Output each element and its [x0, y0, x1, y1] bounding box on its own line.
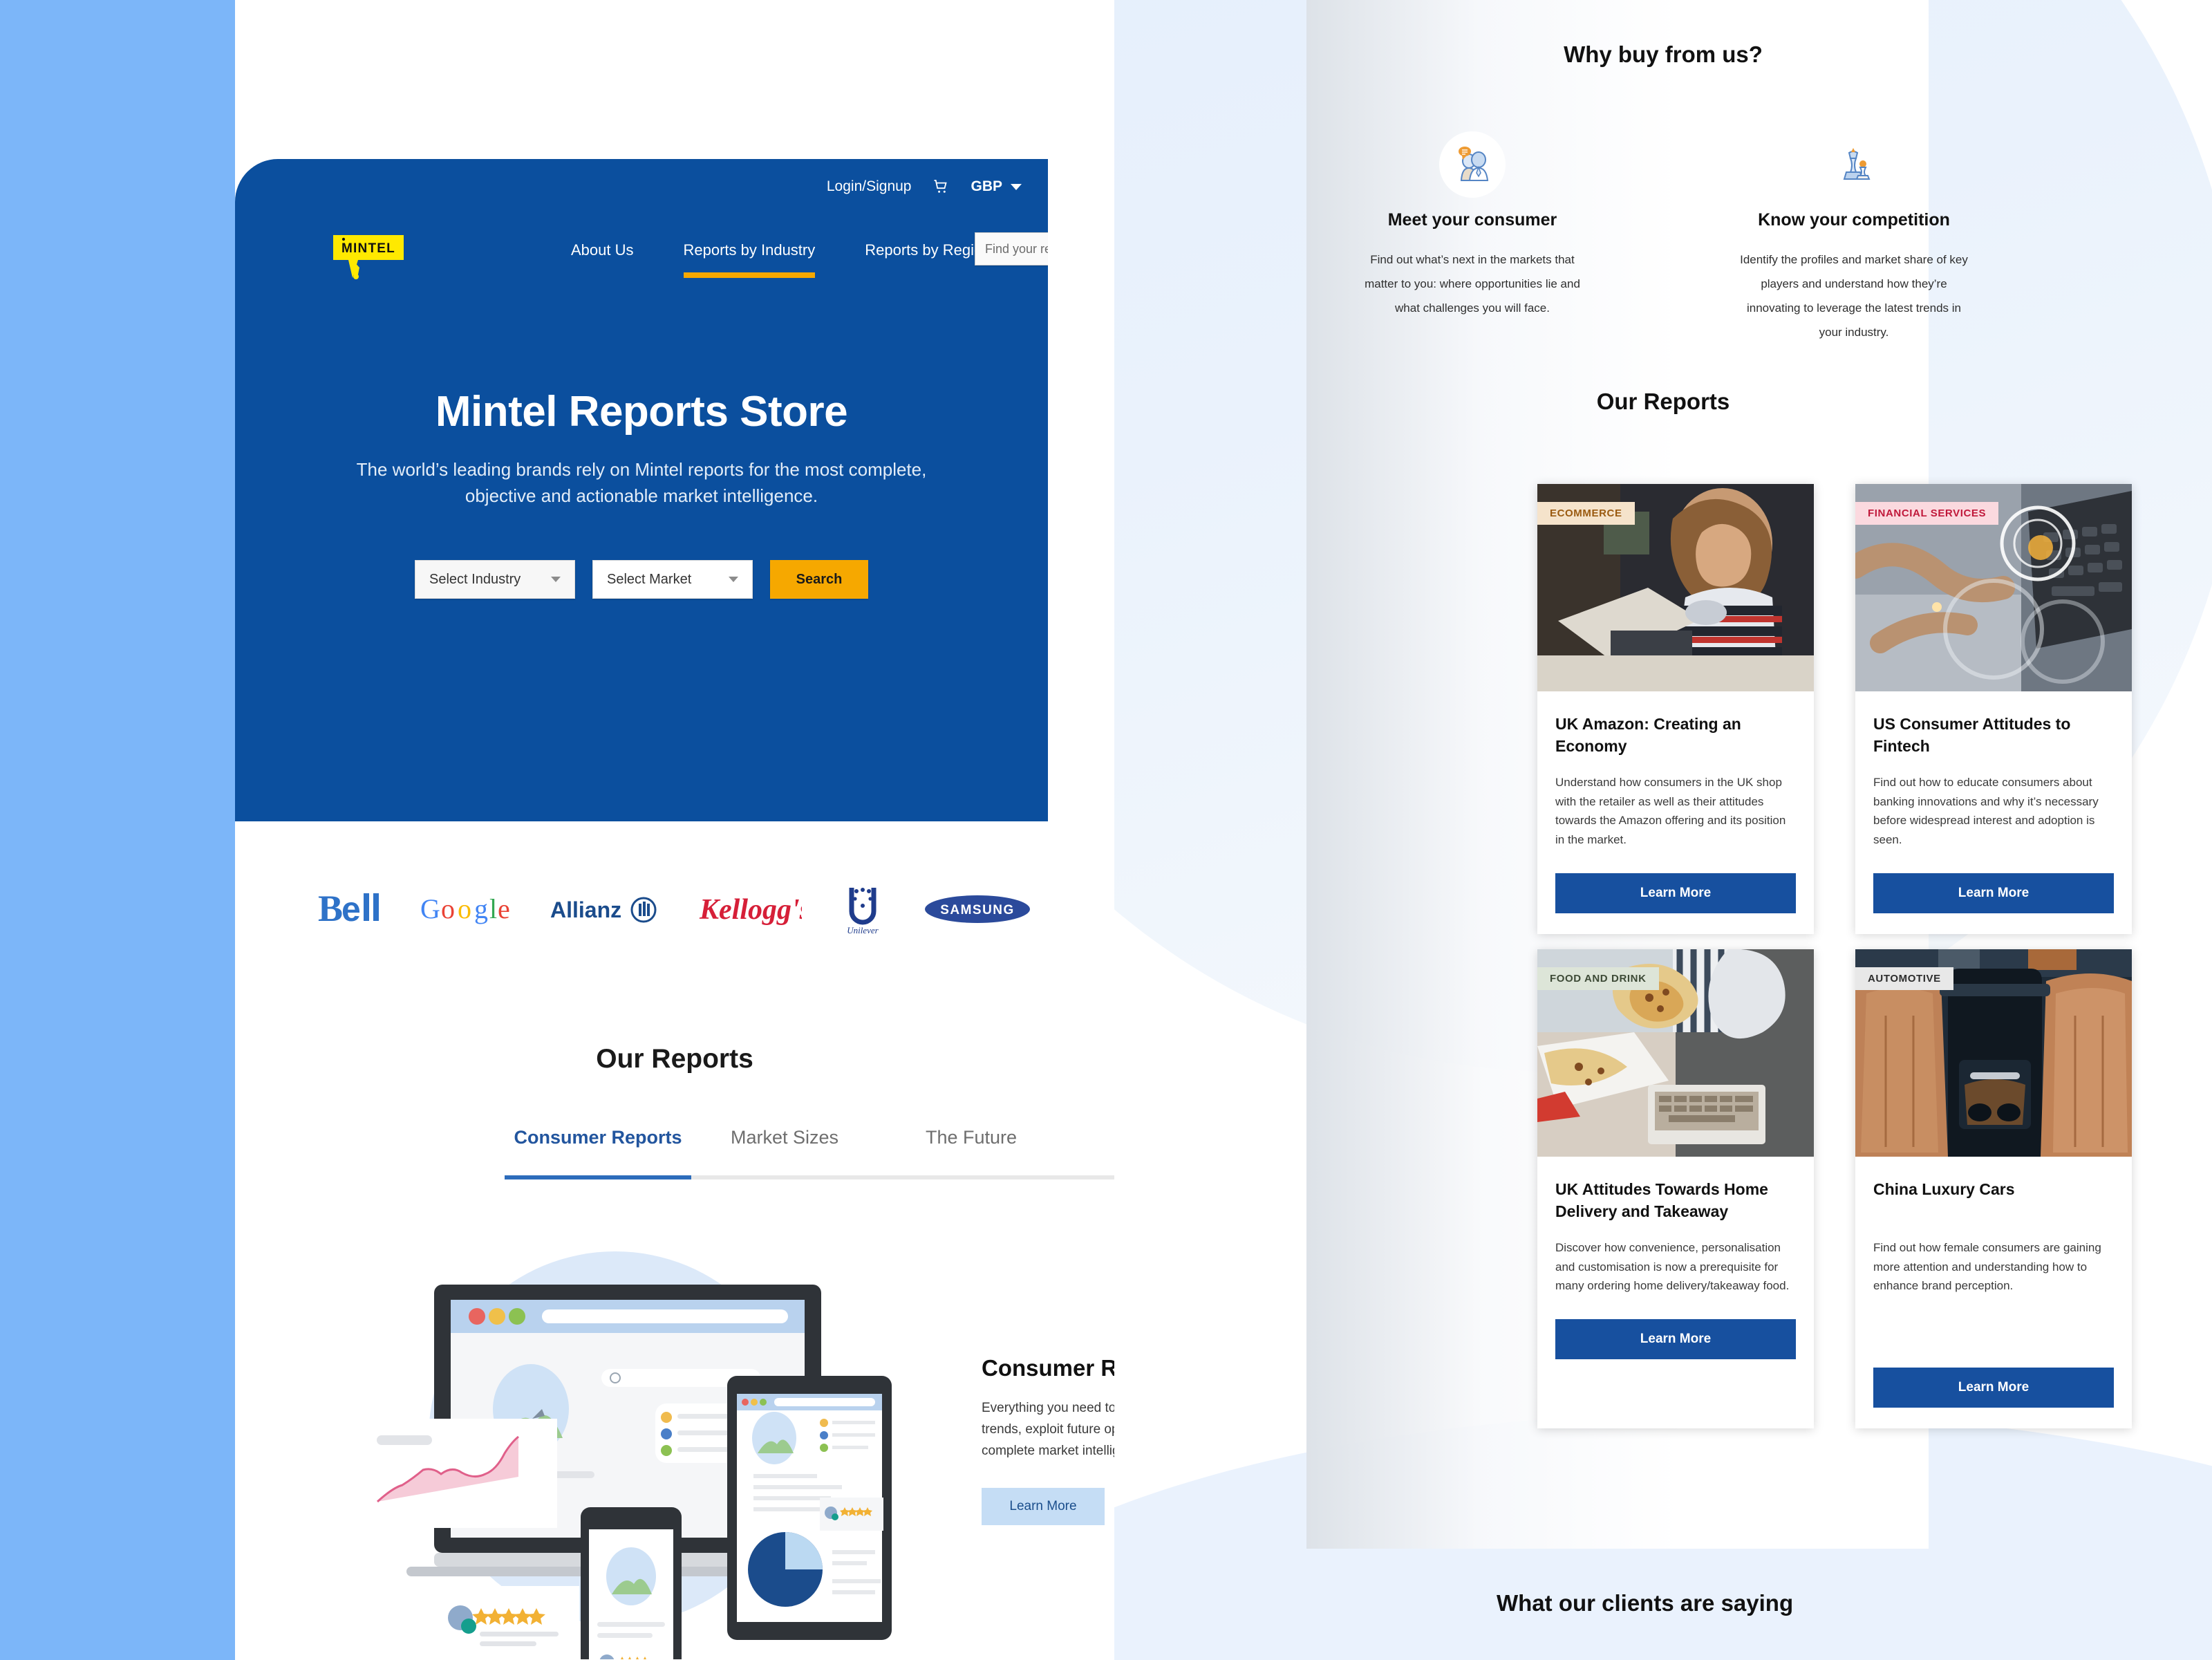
report-card-body: UK Attitudes Towards Home Delivery and T… [1537, 1157, 1814, 1380]
svg-text:o: o [441, 893, 455, 924]
report-card-body: US Consumer Attitudes to Fintech Find ou… [1855, 691, 2132, 934]
right-our-reports-title: Our Reports [1596, 389, 1730, 414]
hero-subtitle: The world’s leading brands rely on Minte… [356, 459, 927, 507]
tab-the-future[interactable]: The Future [878, 1127, 1065, 1148]
svg-text:G: G [420, 893, 440, 924]
report-card-image: AUTOMOTIVE [1855, 949, 2132, 1157]
report-card[interactable]: FINANCIAL SERVICES US Consumer Attitudes… [1855, 484, 2132, 934]
right-panel: Why buy from us? Meet your consumer Find… [1114, 0, 2212, 1660]
report-card-tag: FINANCIAL SERVICES [1855, 502, 1999, 525]
report-card-body: UK Amazon: Creating an Economy Understan… [1537, 691, 1814, 934]
svg-text:MINTEL: MINTEL [341, 241, 395, 256]
report-card-body: China Luxury Cars Find out how female co… [1855, 1157, 2132, 1428]
testimonials-title: What our clients are saying [1497, 1590, 1794, 1616]
currency-label: GBP [971, 178, 1002, 194]
svg-text:g: g [474, 893, 488, 924]
logo-kelloggs: Kellogg's [697, 885, 802, 933]
why-buy-title: Why buy from us? [1564, 41, 1763, 67]
svg-text:Unilever: Unilever [847, 925, 879, 935]
market-select[interactable]: Select Market [592, 560, 753, 599]
why-buy-body: Find out what’s next in the markets that… [1365, 253, 1580, 315]
svg-text:l: l [489, 893, 497, 924]
report-card-tag: FOOD AND DRINK [1537, 967, 1659, 990]
report-card-title: UK Attitudes Towards Home Delivery and T… [1555, 1179, 1768, 1220]
chevron-down-icon [1011, 183, 1022, 190]
currency-selector[interactable]: GBP [971, 178, 1022, 195]
chevron-down-icon [729, 577, 738, 582]
logo-allianz: Allianz [550, 885, 661, 933]
svg-text:o: o [458, 893, 471, 924]
logo-samsung: SAMSUNG [924, 885, 1031, 933]
chess-pieces-icon [1821, 131, 1887, 198]
svg-text:e: e [498, 893, 510, 924]
report-card-grid: ECOMMERCE UK Amazon: Creating an Economy… [1537, 484, 2139, 1428]
why-buy-heading: Meet your consumer [1387, 210, 1557, 230]
hero-search-button[interactable]: Search [770, 560, 868, 599]
why-buy-item-meet-your-consumer: Meet your consumer Find out what’s next … [1355, 131, 1590, 344]
svg-text:B: B [318, 888, 343, 929]
report-card-image: FINANCIAL SERVICES [1855, 484, 2132, 691]
chevron-down-icon [551, 577, 561, 582]
why-buy-item-know-your-competition: Know your competition Identify the profi… [1736, 131, 1971, 344]
mintel-logo[interactable]: MINTEL [332, 232, 411, 281]
why-buy-heading: Know your competition [1758, 210, 1950, 230]
why-buy-body: Identify the profiles and market share o… [1740, 253, 1968, 339]
report-card-tag: ECOMMERCE [1537, 502, 1635, 525]
report-card[interactable]: FOOD AND DRINK UK Attitudes Towards Home… [1537, 949, 1814, 1428]
report-card-image: FOOD AND DRINK [1537, 949, 1814, 1157]
logo-bell: B e [318, 885, 384, 933]
report-card-title: UK Amazon: Creating an Economy [1555, 715, 1741, 755]
report-card-description: Find out how female consumers are gainin… [1873, 1240, 2101, 1293]
industry-select[interactable]: Select Industry [415, 560, 575, 599]
login-signup-link[interactable]: Login/Signup [827, 178, 912, 195]
utility-links: Login/Signup GBP [827, 178, 1022, 195]
report-card-tag: AUTOMOTIVE [1855, 967, 1953, 990]
svg-text:SAMSUNG: SAMSUNG [940, 903, 1015, 917]
reports-tabs: Consumer Reports Market Sizes The Future [505, 1127, 1217, 1179]
why-buy-columns: Meet your consumer Find out what’s next … [1114, 131, 2212, 344]
tabs-underline [505, 1175, 1217, 1179]
nav-item-about-us[interactable]: About Us [546, 241, 659, 260]
page-canvas: Login/Signup GBP MINTEL About Us Reports… [0, 0, 2212, 1660]
report-card-title: China Luxury Cars [1873, 1179, 2015, 1198]
logo-google: G o o g l e [420, 885, 514, 933]
hero-search-controls: Select Industry Select Market Search [235, 560, 1048, 599]
report-card-description: Find out how to educate consumers about … [1873, 776, 2099, 847]
people-speech-bubble-icon [1439, 131, 1506, 198]
report-card-learn-more-button[interactable]: Learn More [1555, 873, 1796, 913]
svg-text:Allianz: Allianz [550, 897, 621, 922]
svg-text:Kellogg's: Kellogg's [699, 894, 802, 926]
report-card[interactable]: AUTOMOTIVE China Luxury Cars Find out ho… [1855, 949, 2132, 1428]
industry-select-value: Select Industry [429, 571, 521, 587]
hero-title: Mintel Reports Store [435, 388, 848, 436]
tab-market-sizes[interactable]: Market Sizes [691, 1127, 878, 1148]
report-card-learn-more-button[interactable]: Learn More [1873, 873, 2114, 913]
tab-consumer-reports[interactable]: Consumer Reports [505, 1127, 691, 1148]
report-card-description: Understand how consumers in the UK shop … [1555, 776, 1786, 847]
nav-item-reports-by-industry[interactable]: Reports by Industry [659, 241, 841, 278]
logo-unilever: Unilever [838, 885, 888, 935]
devices-illustration [346, 1231, 906, 1660]
report-card-title: US Consumer Attitudes to Fintech [1873, 715, 2071, 755]
shopping-cart-icon[interactable] [932, 178, 950, 195]
left-our-reports-title: Our Reports [596, 1044, 753, 1074]
report-card-learn-more-button[interactable]: Learn More [1555, 1318, 1796, 1359]
tab-active-indicator [505, 1175, 691, 1179]
market-select-value: Select Market [607, 571, 692, 587]
report-card-learn-more-button[interactable]: Learn More [1873, 1367, 2114, 1408]
consumer-reports-learn-more-button[interactable]: Learn More [982, 1488, 1105, 1526]
main-nav: MINTEL About Us Reports by Industry Repo… [235, 218, 1048, 301]
report-card[interactable]: ECOMMERCE UK Amazon: Creating an Economy… [1537, 484, 1814, 934]
report-card-image: ECOMMERCE [1537, 484, 1814, 691]
svg-text:e: e [341, 890, 361, 929]
report-card-description: Discover how convenience, personalisatio… [1555, 1240, 1790, 1293]
client-logo-strip: B e G o o g l e Allianz Kellogg's Unilev… [235, 857, 1114, 961]
